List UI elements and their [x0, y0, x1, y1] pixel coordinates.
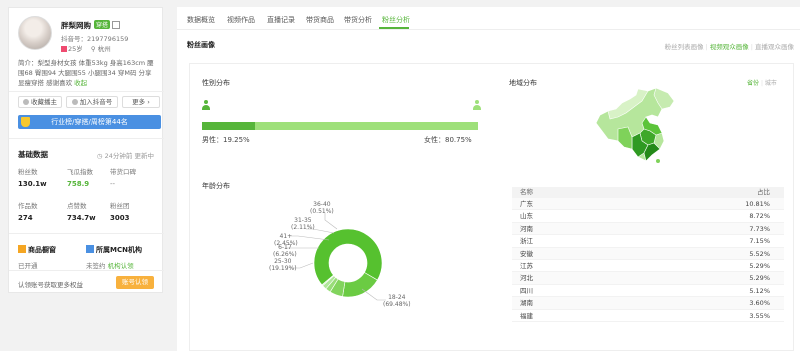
trophy-icon — [21, 117, 30, 127]
china-map-svg — [595, 87, 675, 163]
stat-likes: 点赞数 734.7w — [67, 202, 96, 222]
divider — [9, 138, 164, 139]
portrait-subtabs: 粉丝列表画像 | 视频观众画像 | 直播观众画像 — [664, 43, 794, 51]
more-button[interactable]: 更多 › — [122, 96, 160, 108]
claim-text: 认领账号获取更多权益 — [18, 281, 83, 289]
divider — [9, 233, 164, 234]
table-row: 福建 3.55% — [512, 310, 784, 322]
divider — [9, 91, 164, 92]
basic-data-title: 基础数据 — [18, 150, 48, 159]
clock-icon: ◷ — [96, 152, 103, 160]
collapse-link[interactable]: 收起 — [74, 79, 87, 87]
subtab-live-audience[interactable]: 直播观众画像 — [755, 43, 794, 51]
stat-fan-group: 粉丝团 3003 — [110, 202, 130, 222]
rank-banner[interactable]: 行业榜/穿搭/周榜第44名 — [18, 115, 161, 129]
stat-index: 飞瓜指数 758.9 — [67, 168, 93, 188]
toggle-province[interactable]: 省份 — [747, 80, 759, 87]
age-label-18-24: 18-24 (69.48%) — [383, 294, 411, 308]
collect-button[interactable]: 收藏播主 — [18, 96, 62, 108]
subtab-video-audience[interactable]: 视频观众画像 — [710, 43, 749, 51]
age-label-31-35: 31-35 (2.11%) — [291, 217, 315, 231]
region-title: 地域分布 — [509, 79, 537, 87]
region-toggle: 省份 | 城市 — [747, 80, 777, 87]
table-row: 山东 8.72% — [512, 210, 784, 223]
profile-card: 胖梨网购 穿搭 抖音号：2197796159 25岁 ⚲ 杭州 简介：梨型身材女孩… — [8, 7, 164, 293]
subtab-fans-list[interactable]: 粉丝列表画像 — [665, 43, 704, 51]
table-row: 广东 10.81% — [512, 198, 784, 211]
stat-fans: 粉丝数 130.1w — [18, 168, 47, 188]
claim-mcn-link[interactable]: 机构认领 — [108, 262, 134, 270]
qr-icon[interactable] — [112, 21, 121, 29]
age-label-36-40: 36-40 (0.51%) — [310, 201, 334, 215]
table-row: 浙江 7.15% — [512, 235, 784, 248]
table-row: 河南 7.73% — [512, 222, 784, 236]
age-donut — [285, 213, 386, 301]
shop-icon — [18, 245, 26, 253]
profile-bio: 简介：梨型身材女孩 体重53kg 身高163cm 腰 围68 臀围94 大腿围5… — [18, 59, 154, 87]
age-label-6-17: 6-17 (6.26%) — [273, 244, 297, 258]
china-map — [592, 87, 687, 167]
region-table-header: 名称 占比 — [512, 187, 784, 198]
add-account-button[interactable]: 加入抖音号 — [66, 96, 118, 108]
stat-reputation: 带货口碑 -- — [110, 168, 136, 188]
age-label-25-30: 25-30 (19.19%) — [269, 258, 297, 272]
female-icon — [61, 46, 67, 52]
refresh-status: ◷ 24分钟前 更新中 — [96, 152, 154, 160]
building-icon — [86, 245, 94, 253]
leader-line — [324, 213, 338, 230]
showcase-block: 商品橱窗 已开通 — [18, 245, 56, 270]
avatar[interactable] — [18, 16, 52, 50]
region-table: 名称 占比 广东 10.81% 山东 8.72% 河南 7.73% 浙江 7.15% 安徽… — [512, 187, 784, 322]
profile-meta: 25岁 ⚲ 杭州 — [61, 43, 111, 53]
stat-works: 作品数 274 — [18, 202, 38, 222]
region-table-body: 广东 10.81% 山东 8.72% 河南 7.73% 浙江 7.15% 安徽 5.52%… — [512, 198, 784, 322]
divider — [9, 270, 164, 271]
table-row: 四川 5.12% — [512, 285, 784, 298]
mcn-block: 所属MCN机构 未签约 机构认领 — [86, 245, 142, 270]
location-icon: ⚲ — [90, 45, 96, 53]
plus-icon — [71, 99, 78, 105]
star-icon — [23, 99, 29, 105]
table-row: 安徽 5.52% — [512, 247, 784, 260]
toggle-city[interactable]: 城市 — [765, 80, 777, 87]
table-row: 河北 5.29% — [512, 272, 784, 285]
main-panel: 数据概览 视频作品 直播记录 带货商品 带货分析 粉丝分析 粉丝画像 粉丝列表画… — [177, 7, 800, 351]
category-tag: 穿搭 — [94, 20, 111, 29]
table-row: 湖南 3.60% — [512, 297, 784, 310]
claim-account-button[interactable]: 账号认领 — [116, 276, 154, 289]
profile-name: 胖梨网购 穿搭 — [61, 20, 121, 31]
douyin-id: 抖音号：2197796159 — [61, 35, 129, 43]
table-row: 江苏 5.29% — [512, 260, 784, 273]
page: 胖梨网购 穿搭 抖音号：2197796159 25岁 ⚲ 杭州 简介：梨型身材女孩… — [0, 0, 800, 351]
